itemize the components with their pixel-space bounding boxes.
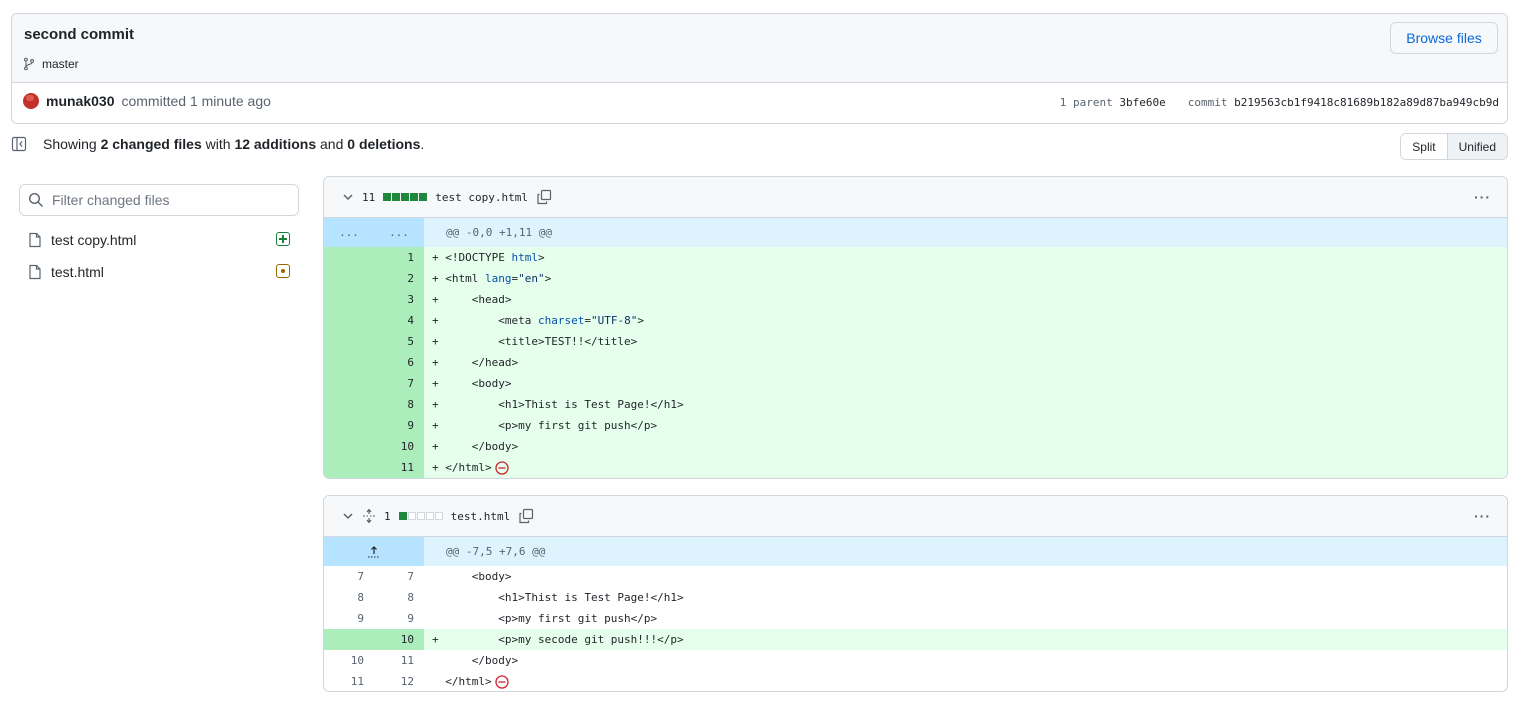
hunk-expand-right[interactable]: ... [374, 218, 424, 247]
diffstat-added-block [401, 193, 410, 201]
parent-info: 1 parent 3bfe60e [1060, 96, 1166, 109]
file-icon [29, 232, 41, 248]
commit-author: munak030 committed 1 minute ago [23, 93, 271, 109]
commit-title: second commit [24, 26, 135, 43]
commit-info: commit b219563cb1f9418c81689b182a89d87ba… [1188, 96, 1499, 109]
diff-line-count: 1 [384, 509, 391, 523]
expand-all-icon[interactable] [362, 509, 376, 523]
diff-line: 3 + <head> [324, 289, 1507, 310]
commit-hash: b219563cb1f9418c81689b182a89d87ba949cb9d [1234, 96, 1499, 109]
hunk-expand-left[interactable]: ... [324, 218, 374, 247]
diff-line: 8 + <h1>Thist is Test Page!</h1> [324, 394, 1507, 415]
hunk-text: @@ -7,5 +7,6 @@ [446, 545, 546, 558]
diff-line: 99 <p>my first git push</p> [324, 608, 1507, 629]
additions-count: 12 additions [234, 136, 317, 152]
file-tree-name: test copy.html [51, 232, 137, 248]
hunk-header: @@ -7,5 +7,6 @@ [324, 537, 1507, 566]
commit-header: second commit master Browse files munak0… [11, 13, 1508, 124]
diff-line: 10 11 </body> [324, 650, 1507, 671]
diff-line: 10 + <p>my secode git push!!!</p> [324, 629, 1507, 650]
diff-line: 77 <body> [324, 566, 1507, 587]
hunk-header: ... ... @@ -0,0 +1,11 @@ [324, 218, 1507, 247]
filter-files-field [19, 184, 299, 216]
expand-up-icon [368, 545, 380, 557]
diffstat-blocks [398, 512, 443, 520]
file-tree-item[interactable]: test.html [27, 260, 299, 284]
changed-files-count: 2 changed files [100, 136, 202, 152]
file-added-icon [276, 232, 290, 246]
diff-line-count: 11 [362, 190, 376, 204]
summary-prefix: Showing [43, 136, 97, 152]
unified-view-button[interactable]: Unified [1447, 134, 1507, 159]
git-branch-icon [24, 57, 34, 71]
diffstat-added-block [398, 512, 407, 520]
diffstat-added-block [392, 193, 401, 201]
diff-line: 11 + </html> [324, 457, 1507, 478]
diff-line: 6 + </head> [324, 352, 1507, 373]
diff-view-toggle: Split Unified [1400, 133, 1508, 160]
diff-line: 11 12 </html> [324, 671, 1507, 691]
browse-files-button[interactable]: Browse files [1390, 22, 1498, 54]
file-diff-header: 1 test.html ··· [324, 496, 1507, 537]
filter-files-input[interactable] [52, 192, 292, 208]
copy-icon[interactable] [518, 508, 534, 524]
diffstat-blocks [383, 193, 428, 201]
file-diff: 1 test.html ··· @@ -7,5 +7,6 @@ 77 <body… [323, 495, 1508, 692]
split-view-button[interactable]: Split [1401, 134, 1448, 159]
summary-text: Showing 2 changed files with 12 addition… [43, 136, 424, 152]
diff-summary: Showing 2 changed files with 12 addition… [11, 136, 424, 152]
no-newline-icon [494, 675, 509, 689]
branch-name: master [42, 57, 79, 71]
diffstat-neutral-block [425, 512, 434, 520]
diff-file-name[interactable]: test copy.html [435, 191, 528, 204]
diffstat-neutral-block [407, 512, 416, 520]
search-icon [28, 192, 43, 207]
more-options-icon[interactable]: ··· [1474, 189, 1491, 205]
file-tree-item[interactable]: test copy.html [27, 228, 299, 252]
file-modified-icon [276, 264, 290, 278]
avatar[interactable] [23, 93, 39, 109]
diff-line: 1 + <!DOCTYPE html> [324, 247, 1507, 268]
diff-line: 10 + </body> [324, 436, 1507, 457]
chevron-down-icon[interactable] [342, 191, 354, 203]
diff-line: 5 + <title>TEST!!</title> [324, 331, 1507, 352]
diffstat-neutral-block [434, 512, 443, 520]
no-newline-icon [494, 461, 509, 475]
diff-line: 88 <h1>Thist is Test Page!</h1> [324, 587, 1507, 608]
summary-suffix: . [420, 136, 425, 152]
commit-title-bar: second commit master Browse files [12, 14, 1507, 83]
diffstat-added-block [410, 193, 419, 201]
copy-icon[interactable] [536, 189, 552, 205]
diff-line: 4 + <meta charset="UTF-8"> [324, 310, 1507, 331]
diffstat-neutral-block [416, 512, 425, 520]
commit-meta-bar: munak030 committed 1 minute ago 1 parent… [12, 83, 1507, 123]
commit-label: commit [1187, 96, 1228, 109]
parent-label: 1 parent [1059, 96, 1113, 109]
diffstat-added-block [383, 193, 392, 201]
parent-hash-link[interactable]: 3bfe60e [1119, 96, 1165, 109]
author-name[interactable]: munak030 [46, 93, 114, 109]
diff-line: 9 + <p>my first git push</p> [324, 415, 1507, 436]
file-diff: 11 test copy.html ··· ... ... @@ -0,0 +1… [323, 176, 1508, 479]
chevron-down-icon[interactable] [342, 510, 354, 522]
summary-and: and [320, 136, 344, 152]
branch-label[interactable]: master [22, 57, 79, 71]
commit-action: committed 1 minute ago [121, 93, 271, 109]
diffstat-added-block [419, 193, 428, 201]
deletions-count: 0 deletions [347, 136, 421, 152]
file-tree-name: test.html [51, 264, 104, 280]
expand-up-button[interactable] [324, 537, 424, 566]
summary-with: with [205, 136, 231, 152]
diff-line: 2 + <html lang="en"> [324, 268, 1507, 289]
diff-line: 7 + <body> [324, 373, 1507, 394]
sidebar-collapse-icon[interactable] [11, 136, 27, 152]
diff-file-name[interactable]: test.html [451, 510, 511, 523]
file-diff-header: 11 test copy.html ··· [324, 177, 1507, 218]
commit-hashes: 1 parent 3bfe60e commit b219563cb1f9418c… [1060, 96, 1499, 109]
more-options-icon[interactable]: ··· [1474, 508, 1491, 524]
file-icon [29, 264, 41, 280]
hunk-text: @@ -0,0 +1,11 @@ [446, 226, 552, 239]
